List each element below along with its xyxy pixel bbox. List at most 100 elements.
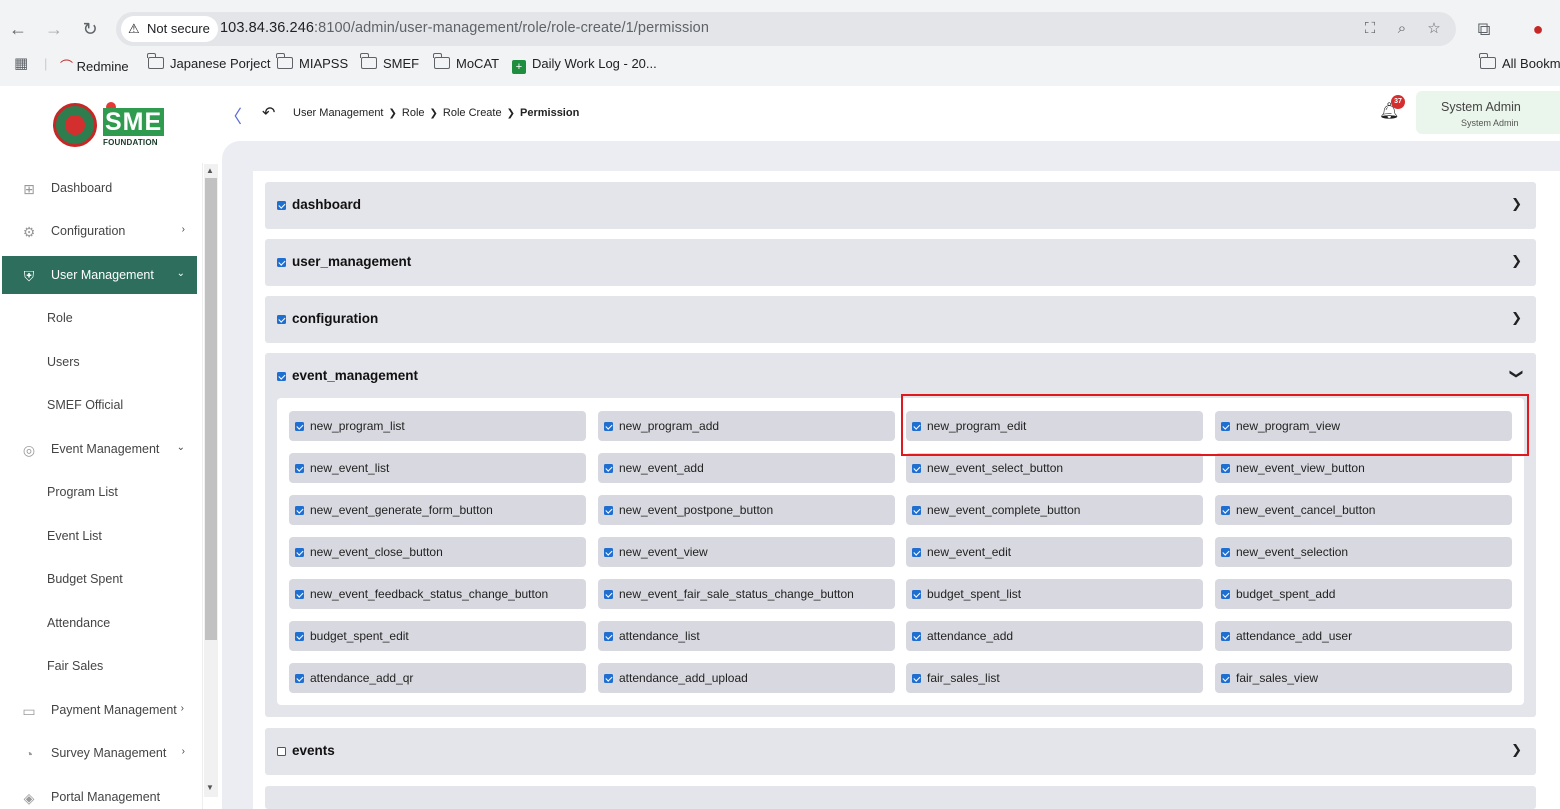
extensions-icon[interactable]: ⧉ xyxy=(1472,17,1496,41)
undo-back-icon[interactable]: ↶ xyxy=(262,103,275,123)
permission-checkbox[interactable] xyxy=(912,464,921,473)
permission-item[interactable]: attendance_list xyxy=(598,621,895,651)
permission-checkbox[interactable] xyxy=(1221,506,1230,515)
permission-item[interactable]: new_event_generate_form_button xyxy=(289,495,586,525)
forward-arrow-icon[interactable]: → xyxy=(42,17,66,41)
permission-checkbox[interactable] xyxy=(604,464,613,473)
permission-item[interactable]: new_event_close_button xyxy=(289,537,586,567)
back-arrow-icon[interactable]: ← xyxy=(6,17,30,41)
permission-item[interactable]: new_event_selection xyxy=(1215,537,1512,567)
sidebar-subitem-role[interactable]: Role xyxy=(47,311,73,325)
permission-item[interactable]: new_event_postpone_button xyxy=(598,495,895,525)
permission-item[interactable]: budget_spent_list xyxy=(906,579,1203,609)
permission-checkbox[interactable] xyxy=(295,464,304,473)
reload-icon[interactable]: ↻ xyxy=(78,17,102,41)
chevron-right-icon[interactable]: ❯ xyxy=(1511,742,1522,758)
permission-checkbox[interactable] xyxy=(295,674,304,683)
scroll-down-arrow-icon[interactable]: ▼ xyxy=(206,783,214,792)
chevron-down-icon[interactable]: ❯ xyxy=(1509,369,1525,380)
permission-checkbox[interactable] xyxy=(604,422,613,431)
translate-icon[interactable]: ⛶ xyxy=(1360,19,1380,39)
permission-item[interactable]: attendance_add_qr xyxy=(289,663,586,693)
sme-foundation-logo[interactable]: SME FOUNDATION xyxy=(50,102,170,150)
section-checkbox[interactable] xyxy=(277,372,286,381)
permission-item[interactable]: new_event_cancel_button xyxy=(1215,495,1512,525)
sidebar-subitem-smef-official[interactable]: SMEF Official xyxy=(47,398,123,412)
apps-grid-icon[interactable]: ▦ xyxy=(14,54,28,72)
permission-checkbox[interactable] xyxy=(1221,548,1230,557)
permission-checkbox[interactable] xyxy=(295,590,304,599)
permission-item[interactable]: fair_sales_view xyxy=(1215,663,1512,693)
breadcrumb-item[interactable]: User Management xyxy=(293,107,384,119)
bookmark-daily-work-log[interactable]: + Daily Work Log - 20... xyxy=(512,56,657,74)
sidebar-item-event-management[interactable]: ◎ Event Management ⌄ xyxy=(2,430,197,468)
permission-item[interactable]: new_program_list xyxy=(289,411,586,441)
permission-item[interactable]: budget_spent_add xyxy=(1215,579,1512,609)
section-checkbox[interactable] xyxy=(277,747,286,756)
permission-item[interactable]: new_event_fair_sale_status_change_button xyxy=(598,579,895,609)
permission-checkbox[interactable] xyxy=(1221,674,1230,683)
accordion-events[interactable]: events ❯ xyxy=(265,728,1536,775)
permission-checkbox[interactable] xyxy=(604,590,613,599)
permission-checkbox[interactable] xyxy=(295,632,304,641)
permission-checkbox[interactable] xyxy=(1221,464,1230,473)
permission-item[interactable]: attendance_add_upload xyxy=(598,663,895,693)
chevron-right-icon[interactable]: ❯ xyxy=(1511,196,1522,212)
sidebar-subitem-attendance[interactable]: Attendance xyxy=(47,616,110,630)
permission-item[interactable]: budget_spent_edit xyxy=(289,621,586,651)
permission-item[interactable]: new_event_select_button xyxy=(906,453,1203,483)
permission-checkbox[interactable] xyxy=(1221,632,1230,641)
permission-checkbox[interactable] xyxy=(912,674,921,683)
user-menu[interactable]: System Admin System Admin xyxy=(1416,91,1560,134)
sidebar-subitem-fair-sales[interactable]: Fair Sales xyxy=(47,659,103,673)
profile-avatar-icon[interactable]: ● xyxy=(1526,17,1550,41)
bookmark-all[interactable]: All Bookm xyxy=(1479,53,1560,71)
accordion-dashboard[interactable]: dashboard ❯ xyxy=(265,182,1536,229)
chevron-right-icon[interactable]: ❯ xyxy=(1511,253,1522,269)
permission-checkbox[interactable] xyxy=(295,506,304,515)
sidebar-item-user-management[interactable]: ⛨ User Management ⌄ xyxy=(2,256,197,294)
permission-item[interactable]: new_event_view_button xyxy=(1215,453,1512,483)
accordion-configuration[interactable]: configuration ❯ xyxy=(265,296,1536,343)
permission-item[interactable]: new_event_complete_button xyxy=(906,495,1203,525)
permission-item[interactable]: attendance_add_user xyxy=(1215,621,1512,651)
sidebar-item-payment-management[interactable]: ▭ Payment Management › xyxy=(2,691,197,729)
permission-item[interactable]: new_event_view xyxy=(598,537,895,567)
accordion-user-management[interactable]: user_management ❯ xyxy=(265,239,1536,286)
section-checkbox[interactable] xyxy=(277,201,286,210)
breadcrumb-item[interactable]: Role xyxy=(402,107,425,119)
bookmark-smef[interactable]: SMEF xyxy=(360,53,419,71)
bookmark-japanese-project[interactable]: Japanese Porject xyxy=(147,53,270,71)
sidebar-subitem-program-list[interactable]: Program List xyxy=(47,485,118,499)
permission-checkbox[interactable] xyxy=(1221,590,1230,599)
chevron-right-icon[interactable]: ❯ xyxy=(1511,310,1522,326)
bookmark-mocat[interactable]: MoCAT xyxy=(433,53,499,71)
section-checkbox[interactable] xyxy=(277,258,286,267)
bookmark-redmine[interactable]: ⌒ Redmine xyxy=(60,56,129,75)
sidebar-subitem-budget-spent[interactable]: Budget Spent xyxy=(47,572,123,586)
permission-checkbox[interactable] xyxy=(912,548,921,557)
permission-checkbox[interactable] xyxy=(295,422,304,431)
section-checkbox[interactable] xyxy=(277,315,286,324)
sidebar-item-survey-management[interactable]: ◔ Survey Management › xyxy=(2,734,197,772)
permission-checkbox[interactable] xyxy=(604,506,613,515)
address-bar[interactable]: ⚠ Not secure 103.84.36.246:8100/admin/us… xyxy=(116,12,1456,46)
accordion-next-section[interactable] xyxy=(265,786,1536,809)
url-text[interactable]: 103.84.36.246:8100/admin/user-management… xyxy=(220,20,709,36)
not-secure-badge[interactable]: ⚠ Not secure xyxy=(121,16,218,42)
sidebar-scrollbar-thumb[interactable] xyxy=(205,178,217,640)
permission-checkbox[interactable] xyxy=(604,632,613,641)
zoom-icon[interactable]: ⌕ xyxy=(1392,19,1412,39)
permission-checkbox[interactable] xyxy=(912,632,921,641)
bookmark-miapss[interactable]: MIAPSS xyxy=(276,53,348,71)
permission-checkbox[interactable] xyxy=(604,674,613,683)
permission-item[interactable]: new_event_feedback_status_change_button xyxy=(289,579,586,609)
bookmark-star-icon[interactable]: ☆ xyxy=(1424,19,1444,39)
sidebar-item-portal-management[interactable]: ◈ Portal Management xyxy=(2,778,197,809)
permission-item[interactable]: new_event_list xyxy=(289,453,586,483)
permission-item[interactable]: attendance_add xyxy=(906,621,1203,651)
permission-checkbox[interactable] xyxy=(604,548,613,557)
permission-item[interactable]: new_program_add xyxy=(598,411,895,441)
breadcrumb-item[interactable]: Role Create xyxy=(443,107,502,119)
permission-item[interactable]: fair_sales_list xyxy=(906,663,1203,693)
